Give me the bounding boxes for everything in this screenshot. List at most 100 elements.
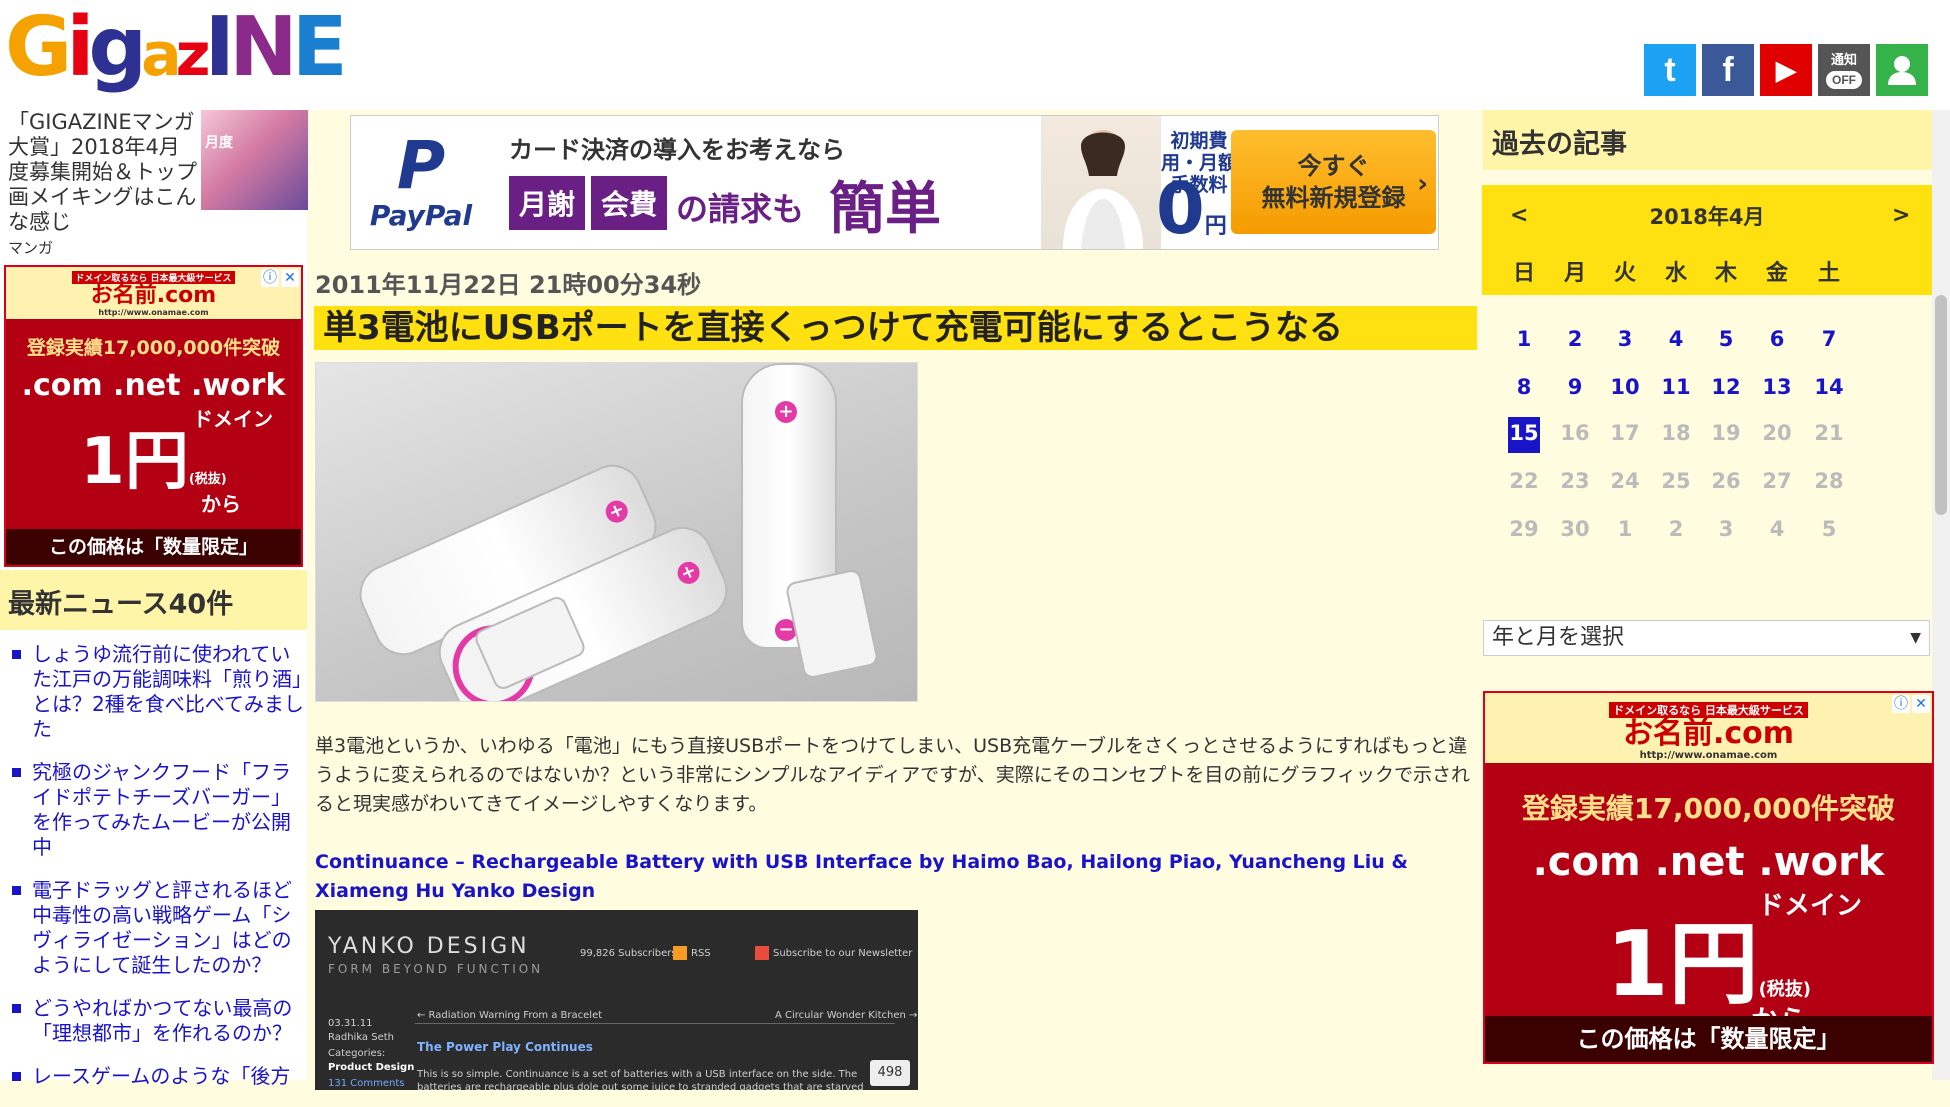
paypal-p-icon: P — [396, 127, 446, 204]
yanko-rss: RSS — [673, 946, 711, 960]
news-item[interactable]: 究極のジャンクフード「フライドポテトチーズバーガー」を作ってみたムービーが公開中 — [8, 760, 306, 860]
paypal-wordmark: PayPal — [369, 199, 473, 232]
calendar-day[interactable]: 14 — [1797, 373, 1861, 402]
news-heading-text: 最新ニュース40件 — [8, 589, 234, 620]
ad-domains: .com .net .work — [1532, 839, 1885, 885]
calendar-prev-button[interactable]: < — [1510, 203, 1528, 228]
page-scrollbar[interactable] — [1932, 110, 1950, 1080]
promo-title[interactable]: 「GIGAZINEマンガ大賞」2018年4月度募集開始＆トップ画メイキングはこん… — [8, 110, 198, 235]
yanko-divider — [415, 1023, 895, 1024]
cta-line1: 今すぐ — [1297, 152, 1370, 180]
yanko-author: Radhika Seth — [328, 1032, 395, 1043]
banner-easy: 簡単 — [829, 177, 941, 242]
calendar-day: 5 — [1821, 517, 1837, 541]
facebook-icon[interactable]: f — [1702, 44, 1754, 96]
fee-unit: 円 — [1204, 214, 1227, 239]
site-header: GigazINE t f ▶ 通知 OFF — [0, 0, 1950, 110]
article-title: 単3電池にUSBポートを直接くっつけて充電可能にするとこうなる — [323, 308, 1344, 348]
sidebar-ad[interactable]: ⓘ ✕ ドメイン取るなら 日本最大級サービス お名前.com http://www… — [4, 265, 303, 567]
news-item[interactable]: 電子ドラッグと評されるほど中毒性の高い戦略ゲーム「シヴィライゼーション」はどのよ… — [8, 878, 306, 978]
usb-plug-graphic — [784, 568, 880, 680]
yanko-newsletter: Subscribe to our Newsletter — [755, 946, 912, 960]
yanko-prev: ← Radiation Warning From a Bracelet — [417, 1010, 603, 1021]
ad-url: http://www.onamae.com — [1639, 750, 1778, 761]
left-sidebar: 「GIGAZINEマンガ大賞」2018年4月度募集開始＆トップ画メイキングはこん… — [0, 110, 308, 1088]
yanko-screenshot[interactable]: YANKO DESIGN FORM BEYOND FUNCTION 99,826… — [315, 910, 918, 1090]
notification-state: OFF — [1826, 70, 1862, 89]
sidebar-ad-large[interactable]: ⓘ ✕ ドメイン取るなら 日本最大級サービス お名前.com http://www… — [1483, 691, 1934, 1064]
calendar-next-button[interactable]: > — [1892, 203, 1910, 228]
dropdown-arrow-icon: ▼ — [1910, 630, 1921, 646]
newsletter-icon — [755, 946, 769, 960]
yanko-categories-label: Categories: — [328, 1048, 386, 1059]
archive-month-select[interactable]: 年と月を選択 ▼ — [1483, 620, 1930, 656]
ad-brand-name: お名前.com — [1622, 716, 1795, 751]
archive-heading-text: 過去の記事 — [1492, 129, 1627, 160]
banner-tag-1: 月謝 — [509, 176, 585, 230]
news-item[interactable]: しょうゆ流行前に使われていた江戸の万能調味料「煎り酒」とは？2種を食べ比べてみま… — [8, 642, 306, 742]
ad-price-value: 1円 — [1605, 912, 1759, 1017]
promo-category[interactable]: マンガ — [8, 237, 53, 258]
yanko-date: 03.31.11 — [328, 1018, 373, 1029]
article-title-bar: 単3電池にUSBポートを直接くっつけて充電可能にするとこうなる — [314, 306, 1477, 350]
main-content: P PayPal カード決済の導入をお考えなら 月謝 会費 の請求も 簡単 初期… — [310, 110, 1480, 1090]
cta-chevron-icon: › — [1417, 169, 1428, 199]
promo-thumbnail[interactable]: 月度 — [201, 110, 308, 210]
paypal-banner[interactable]: P PayPal カード決済の導入をお考えなら 月謝 会費 の請求も 簡単 初期… — [350, 115, 1439, 250]
article-photo[interactable]: + − + + — [315, 362, 918, 702]
notification-toggle[interactable]: 通知 OFF — [1818, 44, 1870, 96]
scrollbar-thumb[interactable] — [1935, 295, 1947, 515]
ad-brand-name: お名前.com — [90, 283, 217, 308]
banner-headline: カード決済の導入をお考えなら — [509, 136, 845, 164]
plus-icon: + — [602, 497, 632, 527]
news-item[interactable]: レースゲームのような「後方 — [8, 1064, 306, 1089]
ad-brand: ドメイン取るなら 日本最大級サービス お名前.com http://www.on… — [1485, 693, 1932, 763]
calendar-month: 2018年4月 — [1649, 205, 1765, 229]
article-date: 2011年11月22日 21時00分34秒 — [315, 271, 702, 299]
source-link[interactable]: Continuance – Rechargeable Battery with … — [315, 848, 1475, 906]
archive-calendar: 2018年4月 < > 日月火水木金土 1 2 3 4 5 6 7 8 9 10 11 12 13 14 1… — [1482, 185, 1932, 690]
news-item[interactable]: どうやればかつてない最高の「理想都市」を作れるのか？ — [8, 996, 306, 1046]
calendar-day: 21 — [1814, 421, 1844, 445]
ad-info-icon[interactable]: ⓘ — [261, 269, 279, 287]
twitter-icon[interactable]: t — [1644, 44, 1696, 96]
news-heading: 最新ニュース40件 — [0, 570, 307, 630]
yanko-post-title: The Power Play Continues — [417, 1040, 593, 1054]
banner-tag-2: 会費 — [591, 176, 667, 230]
news-list: しょうゆ流行前に使われていた江戸の万能調味料「煎り酒」とは？2種を食べ比べてみま… — [8, 642, 306, 1107]
banner-cta-button[interactable]: 今すぐ 無料新規登録 › — [1231, 130, 1436, 234]
plus-icon: + — [775, 401, 797, 423]
rss-icon — [673, 946, 687, 960]
banner-person-image — [1041, 116, 1161, 249]
ad-url: http://www.onamae.com — [98, 308, 209, 317]
yanko-next: A Circular Wonder Kitchen → — [775, 1010, 918, 1021]
ad-limited: この価格は「数量限定」 — [6, 529, 301, 565]
ad-tax: (税抜) — [1758, 979, 1812, 1000]
ad-close-icon[interactable]: ✕ — [1912, 695, 1930, 713]
banner-fee-value: 0円 — [1156, 168, 1227, 249]
ad-limited: この価格は「数量限定」 — [1485, 1016, 1932, 1062]
yanko-newsletter-label: Subscribe to our Newsletter — [773, 948, 913, 959]
calendar-day[interactable]: 7 — [1797, 325, 1861, 354]
notification-label: 通知 — [1830, 51, 1857, 67]
yanko-rss-label: RSS — [691, 948, 711, 959]
ad-tax: (税抜) — [188, 472, 227, 487]
yanko-tagline: FORM BEYOND FUNCTION — [328, 962, 544, 976]
article-body: 単3電池というか、いわゆる「電池」にもう直接USBポートをつけてしまい、USB充… — [315, 735, 1471, 815]
featured-promo[interactable]: 「GIGAZINEマンガ大賞」2018年4月度募集開始＆トップ画メイキングはこん… — [8, 110, 308, 260]
calendar-day: 28 — [1814, 469, 1844, 493]
ad-info-icon[interactable]: ⓘ — [1892, 695, 1910, 713]
site-logo[interactable]: GigazINE — [5, 0, 348, 100]
yanko-excerpt: This is so simple. Continuance is a set … — [417, 1069, 864, 1090]
youtube-icon[interactable]: ▶ — [1760, 44, 1812, 96]
yanko-category: Product Design — [328, 1062, 415, 1073]
plus-icon: + — [674, 558, 704, 588]
ad-headline: 登録実績17,000,000件突破 — [26, 337, 281, 359]
calendar-weekday: 土 — [1817, 261, 1840, 286]
ad-price-value: 1円 — [80, 425, 189, 499]
ad-close-icon[interactable]: ✕ — [281, 269, 299, 287]
ad-controls: ⓘ ✕ — [1892, 695, 1930, 713]
paypal-logo: P PayPal — [351, 116, 491, 249]
cta-line2: 無料新規登録 — [1261, 184, 1406, 212]
user-icon[interactable] — [1876, 44, 1928, 96]
